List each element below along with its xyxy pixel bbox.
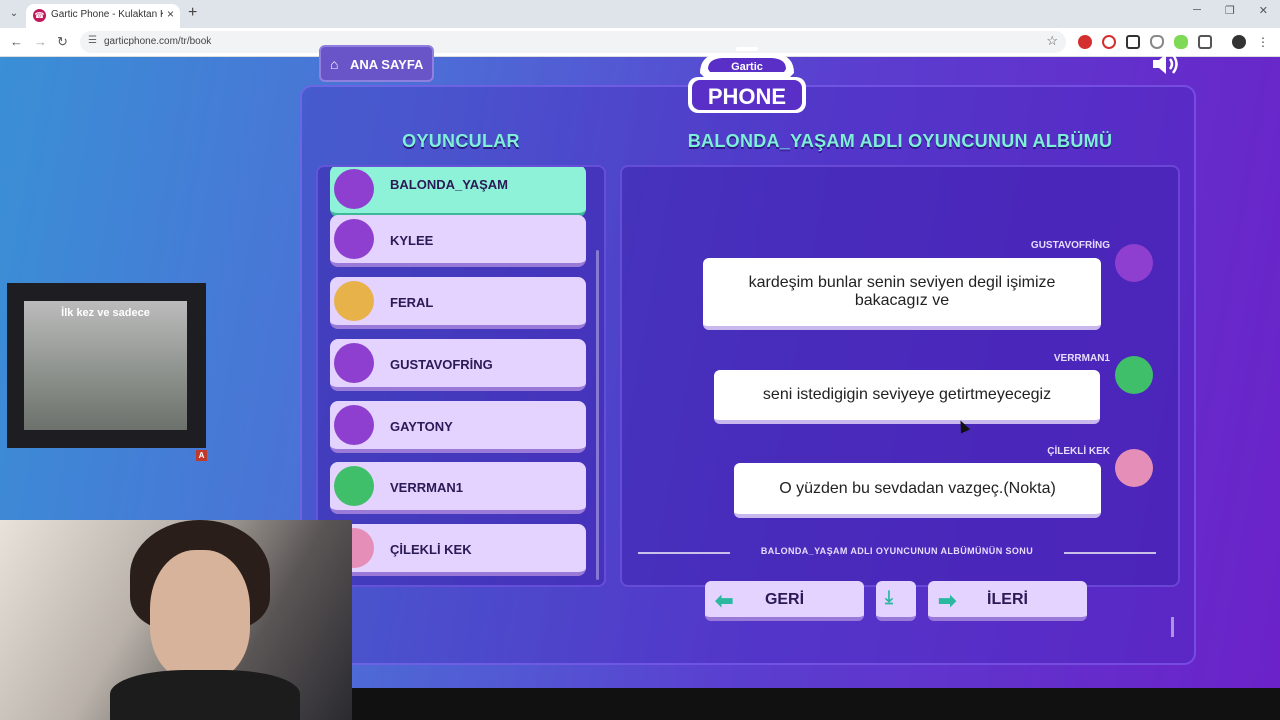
restore-icon[interactable]: ❐ bbox=[1225, 4, 1235, 17]
player-item[interactable]: GAYTONY bbox=[330, 401, 586, 453]
back-button[interactable]: ⬅ GERİ bbox=[705, 581, 864, 621]
tab-title: Gartic Phone - Kulaktan Kulağa bbox=[51, 9, 163, 20]
logo-text-top: Gartic bbox=[731, 61, 763, 73]
address-bar: ← → ↻ ☰ garticphone.com/tr/book ☆ ⋮ bbox=[0, 28, 1280, 57]
extension-icon[interactable] bbox=[1102, 35, 1116, 49]
album-end-divider: BALONDA_YAŞAM ADLI OYUNCUNUN ALBÜMÜNÜN S… bbox=[638, 546, 1156, 556]
puzzle-icon[interactable] bbox=[1198, 35, 1212, 49]
green-monster-icon bbox=[334, 466, 374, 506]
player-name: VERRMAN1 bbox=[390, 480, 463, 495]
extension-icon[interactable] bbox=[1174, 35, 1188, 49]
message-bubble: O yüzden bu sevdadan vazgeç.(Nokta) bbox=[734, 463, 1101, 518]
video-ad-overlay[interactable]: İlk kez ve sadece bbox=[7, 283, 206, 448]
webcam-face bbox=[150, 550, 250, 680]
players-heading: OYUNCULAR bbox=[402, 131, 520, 151]
bookmark-star-icon[interactable]: ☆ bbox=[1046, 33, 1058, 49]
purple-bird-icon bbox=[334, 219, 374, 259]
sound-icon[interactable] bbox=[1150, 50, 1180, 78]
video-frame: İlk kez ve sadece bbox=[24, 301, 187, 430]
purple-bird-icon bbox=[1115, 244, 1153, 282]
purple-bird-icon bbox=[334, 343, 374, 383]
window-controls: ─ ❐ ✕ bbox=[1193, 4, 1268, 17]
avatar[interactable] bbox=[1232, 35, 1246, 49]
webcam-body bbox=[110, 670, 300, 720]
browser-tab[interactable]: ☎ Gartic Phone - Kulaktan Kulağa × bbox=[26, 4, 180, 28]
close-window-icon[interactable]: ✕ bbox=[1259, 4, 1268, 17]
album-scrollbar[interactable] bbox=[1171, 617, 1174, 637]
extension-icons: ⋮ bbox=[1078, 35, 1270, 49]
home-button[interactable]: ⌂ ANA SAYFA bbox=[319, 45, 434, 82]
extension-icon[interactable] bbox=[1126, 35, 1140, 49]
players-list: BALONDA_YAŞAM KYLEE FERAL GUSTAVOFRİNG G… bbox=[316, 165, 606, 587]
back-icon[interactable]: ← bbox=[10, 34, 23, 49]
player-name: ÇİLEKLİ KEK bbox=[390, 542, 472, 557]
home-icon: ⌂ bbox=[330, 56, 339, 72]
message-bubble: seni istedigigin seviyeye getirtmeyecegi… bbox=[714, 370, 1100, 424]
message-author: ÇİLEKLİ KEK bbox=[1047, 446, 1110, 457]
message-author: GUSTAVOFRİNG bbox=[1030, 240, 1110, 251]
album-heading: BALONDA_YAŞAM ADLI OYUNCUNUN ALBÜMÜ bbox=[687, 131, 1113, 151]
player-name: KYLEE bbox=[390, 233, 434, 248]
player-item[interactable]: BALONDA_YAŞAM bbox=[330, 167, 586, 217]
close-icon[interactable]: × bbox=[167, 7, 174, 21]
browser-tabbar: ⌄ ☎ Gartic Phone - Kulaktan Kulağa × + ─… bbox=[0, 0, 1280, 28]
new-tab-button[interactable]: + bbox=[188, 4, 197, 22]
webcam-overlay bbox=[0, 520, 352, 720]
player-name: FERAL bbox=[390, 295, 434, 310]
logo-text-bottom: PHONE bbox=[708, 84, 786, 109]
gartic-phone-logo: Gartic PHONE bbox=[688, 47, 806, 113]
players-scrollbar[interactable] bbox=[596, 250, 599, 580]
reload-icon[interactable]: ↻ bbox=[57, 34, 68, 50]
extension-icon[interactable] bbox=[1078, 35, 1092, 49]
green-monster-icon bbox=[1115, 356, 1153, 394]
minimize-icon[interactable]: ─ bbox=[1193, 4, 1201, 17]
url-field[interactable]: ☰ garticphone.com/tr/book ☆ bbox=[80, 31, 1066, 53]
ad-badge: A bbox=[196, 450, 207, 461]
player-item[interactable]: VERRMAN1 bbox=[330, 462, 586, 514]
download-icon: ⤓ bbox=[885, 587, 893, 607]
site-info-icon[interactable]: ☰ bbox=[88, 35, 97, 46]
player-item[interactable]: ÇİLEKLİ KEK bbox=[330, 524, 586, 576]
pink-cupcake-icon bbox=[1115, 449, 1153, 487]
shield-icon[interactable] bbox=[1150, 35, 1164, 49]
message-bubble: kardeşim bunlar senin seviyen degil işim… bbox=[703, 258, 1101, 330]
purple-bird-icon bbox=[334, 169, 374, 209]
player-name: BALONDA_YAŞAM bbox=[390, 177, 508, 192]
forward-icon[interactable]: → bbox=[34, 34, 47, 49]
phone-icon: ☎ bbox=[33, 9, 46, 22]
download-button[interactable]: ⤓ bbox=[876, 581, 916, 621]
tab-list-button[interactable]: ⌄ bbox=[6, 6, 22, 22]
video-caption: İlk kez ve sadece bbox=[61, 307, 150, 319]
player-item[interactable]: KYLEE bbox=[330, 215, 586, 267]
next-button[interactable]: ➡ İLERİ bbox=[928, 581, 1087, 621]
message-author: VERRMAN1 bbox=[1053, 353, 1110, 364]
player-item[interactable]: FERAL bbox=[330, 277, 586, 329]
menu-icon[interactable]: ⋮ bbox=[1256, 35, 1270, 49]
album-end-text: BALONDA_YAŞAM ADLI OYUNCUNUN ALBÜMÜNÜN S… bbox=[760, 546, 1034, 556]
purple-bird-icon bbox=[334, 405, 374, 445]
player-item[interactable]: GUSTAVOFRİNG bbox=[330, 339, 586, 391]
player-name: GAYTONY bbox=[390, 419, 453, 434]
url-text: garticphone.com/tr/book bbox=[104, 36, 212, 47]
player-name: GUSTAVOFRİNG bbox=[390, 357, 493, 372]
masked-face-icon bbox=[334, 281, 374, 321]
